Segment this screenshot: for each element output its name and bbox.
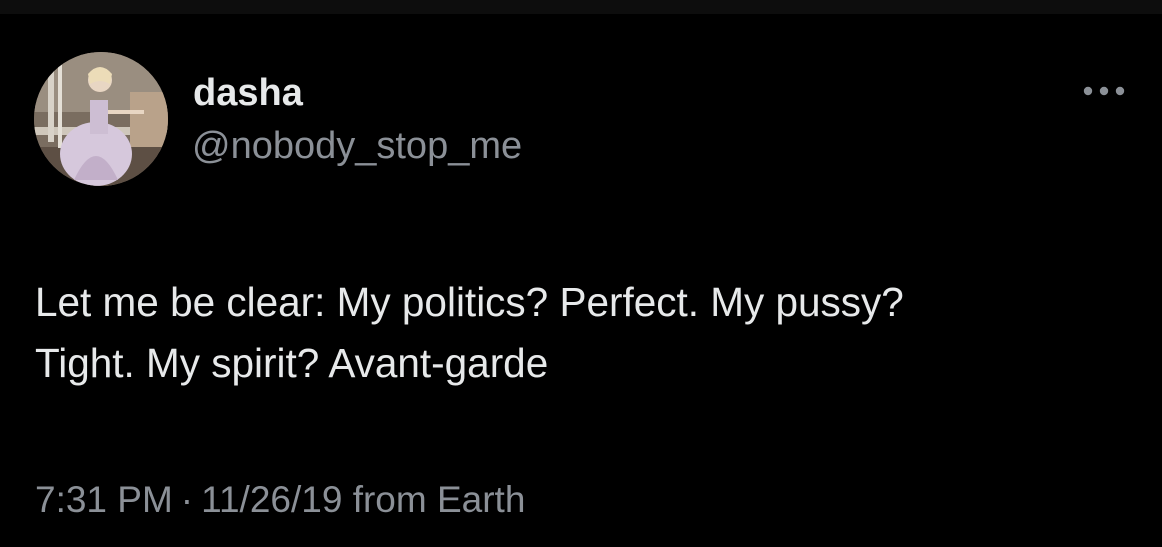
more-options-button[interactable] [1078,78,1130,104]
author-handle[interactable]: @nobody_stop_me [192,124,522,168]
tweet-date[interactable]: 11/26/19 [201,479,342,520]
top-strip [0,0,1162,14]
tweet-text: Let me be clear: My politics? Perfect. M… [35,272,1145,394]
avatar[interactable] [34,52,168,186]
more-horizontal-icon [1083,86,1125,96]
tweet-metadata: 7:31 PM · 11/26/19 from Earth [35,476,525,524]
author-display-name[interactable]: dasha [193,72,303,114]
tweet-text-line-1: Let me be clear: My politics? Perfect. M… [35,279,904,325]
tweet-source[interactable]: from Earth [353,479,526,520]
tweet-card: dasha @nobody_stop_me Let me be clear: M… [0,14,1162,547]
profile-photo-icon [34,52,168,186]
meta-separator: · [180,479,194,520]
tweet-time[interactable]: 7:31 PM [35,479,173,520]
tweet-text-line-2: Tight. My spirit? Avant-garde [35,340,549,386]
